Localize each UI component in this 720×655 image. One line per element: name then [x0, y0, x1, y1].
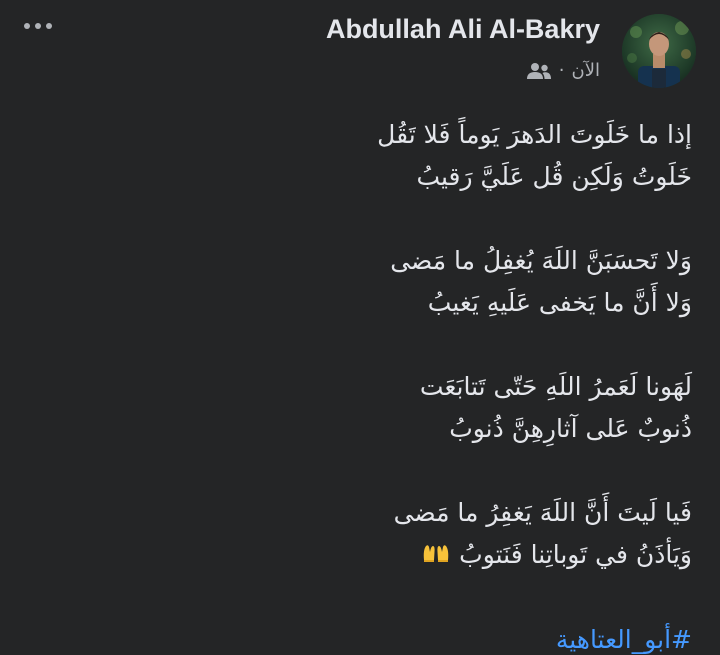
hashtag-link[interactable]: #أبو_العتاهية: [52, 619, 692, 655]
poem-line: إذا ما خَلَوتَ الدَهرَ يَوماً فَلا تَقُل: [377, 120, 692, 149]
post-text: إذا ما خَلَوتَ الدَهرَ يَوماً فَلا تَقُل…: [52, 114, 692, 655]
more-dot: [35, 23, 41, 29]
poem-line: لَهَونا لَعَمرُ اللَهِ حَتّى تَتابَعَت: [419, 372, 692, 401]
poem-stanza: وَلا تَحسَبَنَّ اللَهَ يُغفِلُ ما مَضى و…: [52, 240, 692, 324]
more-dot: [46, 23, 52, 29]
post-timestamp[interactable]: الآن: [572, 60, 601, 81]
meta-separator: ·: [558, 60, 565, 81]
poem-line: وَلا أَنَّ ما يَخفى عَلَيهِ يَغيبُ: [427, 288, 692, 317]
profile-photo-icon: [622, 14, 696, 88]
poem-line: ذُنوبٌ عَلى آثارِهِنَّ ذُنوبُ: [449, 414, 692, 443]
more-dot: [24, 23, 30, 29]
friends-icon[interactable]: [526, 61, 552, 81]
poem-line: خَلَوتُ وَلَكِن قُل عَلَيَّ رَقيبُ: [416, 162, 692, 191]
post-meta: الآن ·: [526, 60, 600, 81]
poem-line: فَيا لَيتَ أَنَّ اللَهَ يَغفِرُ ما مَضى: [393, 498, 692, 527]
poem-stanza: فَيا لَيتَ أَنَّ اللَهَ يَغفِرُ ما مَضى …: [52, 492, 692, 577]
more-options-button[interactable]: [18, 14, 58, 38]
poem-line: وَلا تَحسَبَنَّ اللَهَ يُغفِلُ ما مَضى: [390, 246, 692, 275]
post-card: Abdullah Ali Al-Bakry الآن · إذا ما خَلَ…: [0, 0, 720, 655]
avatar[interactable]: [622, 14, 696, 88]
poem-line-with-emoji: وَيَأذَنُ في تَوباتِنا فَنَتوبُ: [52, 534, 692, 577]
poem-line-text: وَيَأذَنُ في تَوباتِنا فَنَتوبُ: [459, 540, 692, 569]
raised-hands-emoji-icon: [421, 535, 451, 577]
poem-stanza: لَهَونا لَعَمرُ اللَهِ حَتّى تَتابَعَت ذ…: [52, 366, 692, 450]
author-name[interactable]: Abdullah Ali Al-Bakry: [326, 14, 600, 45]
poem-stanza: إذا ما خَلَوتَ الدَهرَ يَوماً فَلا تَقُل…: [52, 114, 692, 198]
